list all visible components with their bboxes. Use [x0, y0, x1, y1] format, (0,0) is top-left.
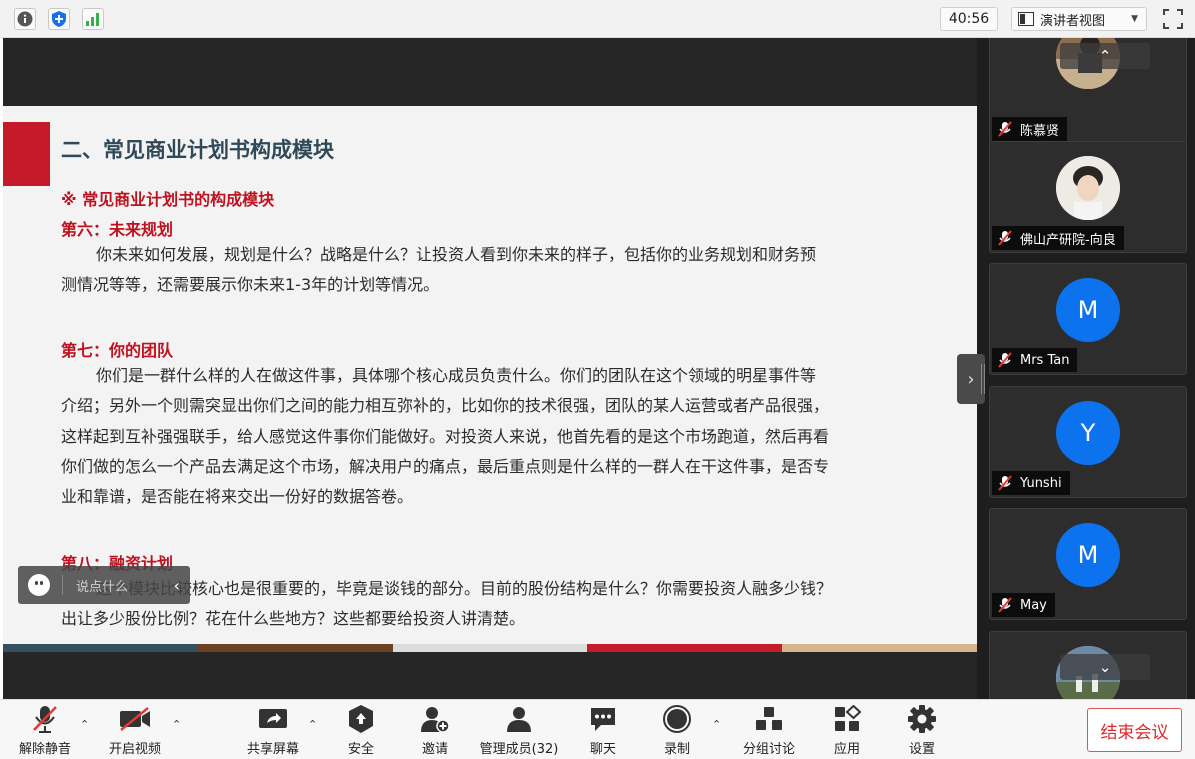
breakout-rooms-icon	[754, 704, 784, 734]
participant-avatar	[1056, 156, 1120, 220]
settings-button[interactable]: 设置	[905, 700, 939, 759]
record-button[interactable]: 录制	[660, 700, 694, 759]
manage-members-label: 管理成员(32)	[479, 742, 559, 757]
participant-tile[interactable]: M May	[989, 508, 1187, 620]
participant-name: 陈慕贤	[1020, 123, 1060, 139]
participant-avatar: M	[1056, 278, 1120, 342]
muted-mic-icon	[996, 474, 1014, 492]
breakout-rooms-label: 分组讨论	[742, 742, 795, 757]
participant-name-bar: Yunshi	[992, 471, 1070, 495]
scroll-up-button[interactable]: ⌃	[1060, 43, 1150, 69]
color-segment	[197, 644, 393, 652]
color-segment	[3, 644, 198, 652]
chevron-left-icon[interactable]: ‹	[174, 576, 180, 595]
video-off-icon	[118, 704, 152, 734]
gear-icon	[907, 704, 937, 734]
meeting-window: 40:56 演讲者视图 ▼ 二、常见商业计划书构成模块 ※ 常见商业计划书的构成…	[0, 0, 1195, 759]
participant-name: 佛山产研院-向良	[1020, 232, 1116, 248]
start-video-button[interactable]: 开启视频	[106, 700, 164, 759]
section-6-text: 你未来如何发展，规划是什么？战略是什么？让投资人看到你未来的样子，包括你的业务规…	[61, 245, 817, 295]
participant-name-bar: 陈慕贤	[992, 117, 1068, 141]
meeting-toolbar: 解除静音 ⌃ 开启视频 ⌃ 共享屏幕 ⌃ 安全 邀请 管理成员(32) 聊天 录…	[0, 699, 1195, 759]
muted-mic-icon	[996, 229, 1014, 247]
record-icon	[662, 704, 692, 734]
share-options-chevron-icon[interactable]: ⌃	[308, 718, 317, 731]
share-screen-label: 共享屏幕	[246, 742, 299, 757]
chat-label: 聊天	[589, 742, 616, 757]
participant-tile[interactable]: Y Yunshi	[989, 386, 1187, 498]
section-7-text: 你们是一群什么样的人在做这件事，具体哪个核心成员负责什么。你们的团队在这个领域的…	[61, 366, 830, 507]
section-heading: ※ 常见商业计划书的构成模块	[61, 190, 275, 209]
participant-avatar: M	[1056, 523, 1120, 587]
muted-mic-icon	[996, 596, 1014, 614]
resize-handle[interactable]	[981, 364, 985, 394]
record-label: 录制	[663, 742, 690, 757]
share-screen-icon	[257, 704, 289, 734]
view-mode-dropdown[interactable]: 演讲者视图 ▼	[1011, 7, 1147, 31]
color-segment	[392, 644, 588, 652]
apps-button[interactable]: 应用	[830, 700, 864, 759]
muted-mic-icon	[31, 704, 59, 734]
shield-icon[interactable]	[48, 8, 70, 30]
breakout-rooms-button[interactable]: 分组讨论	[740, 700, 798, 759]
unmute-label: 解除静音	[18, 742, 71, 757]
chat-placeholder[interactable]: 说点什么	[76, 576, 128, 595]
participant-name-bar: Mrs Tan	[992, 348, 1078, 372]
divider	[62, 575, 63, 595]
caret-down-icon: ▼	[1131, 14, 1138, 24]
section-7-title: 第七：你的团队	[61, 341, 174, 360]
participant-tile[interactable]: ⌃ 陈慕贤	[989, 38, 1187, 144]
invite-label: 邀请	[421, 742, 448, 757]
chat-input-pill[interactable]: 说点什么 ‹	[18, 566, 190, 604]
participant-name-bar: 佛山产研院-向良	[992, 226, 1124, 250]
chat-button[interactable]: 聊天	[586, 700, 620, 759]
scroll-down-button[interactable]: ⌄	[1060, 654, 1150, 680]
muted-mic-icon	[996, 351, 1014, 369]
manage-members-button[interactable]: 管理成员(32)	[478, 700, 560, 759]
end-meeting-button[interactable]: 结束会议	[1087, 708, 1182, 752]
section-6-title: 第六：未来规划	[61, 220, 174, 239]
security-label: 安全	[347, 742, 374, 757]
members-icon	[505, 704, 533, 734]
muted-mic-icon	[996, 120, 1014, 138]
video-options-chevron-icon[interactable]: ⌃	[172, 718, 181, 731]
participant-avatar: Y	[1056, 401, 1120, 465]
slide-color-bar	[3, 644, 977, 652]
participant-tile[interactable]: M Mrs Tan	[989, 263, 1187, 375]
add-user-icon	[420, 704, 450, 734]
start-video-label: 开启视频	[108, 742, 161, 757]
participant-name: Mrs Tan	[1020, 352, 1070, 368]
unmute-button[interactable]: 解除静音	[16, 700, 74, 759]
record-options-chevron-icon[interactable]: ⌃	[712, 718, 721, 731]
security-button[interactable]: 安全	[338, 700, 384, 759]
apps-icon	[833, 704, 861, 734]
settings-label: 设置	[908, 742, 935, 757]
fullscreen-icon[interactable]	[1160, 7, 1186, 31]
participant-tile[interactable]: 佛山产研院-向良	[989, 141, 1187, 253]
shield-icon	[348, 704, 374, 734]
audio-options-chevron-icon[interactable]: ⌃	[80, 718, 89, 731]
participant-name: Yunshi	[1020, 475, 1062, 491]
share-screen-button[interactable]: 共享屏幕	[244, 700, 302, 759]
invite-button[interactable]: 邀请	[414, 700, 456, 759]
slide-accent-block	[3, 122, 50, 186]
participant-tile[interactable]: ⌄	[989, 631, 1187, 699]
apps-label: 应用	[833, 742, 860, 757]
emoji-icon[interactable]	[28, 574, 50, 596]
participant-panel: ⌃ 陈慕贤 佛山产研院-向良 M Mrs Tan Y Yunshi M May …	[977, 38, 1195, 699]
chat-bubble-icon	[589, 704, 617, 734]
participant-name: May	[1020, 597, 1047, 613]
signal-icon[interactable]	[82, 8, 104, 30]
grid-view-icon	[1018, 12, 1034, 26]
color-segment	[587, 644, 783, 652]
slide-title: 二、常见商业计划书构成模块	[61, 138, 334, 162]
participant-name-bar: May	[992, 593, 1055, 617]
view-mode-label: 演讲者视图	[1040, 13, 1106, 29]
info-icon[interactable]	[14, 8, 36, 30]
top-bar: 40:56 演讲者视图 ▼	[0, 0, 1195, 38]
color-segment	[782, 644, 977, 652]
meeting-timer: 40:56	[940, 7, 998, 31]
